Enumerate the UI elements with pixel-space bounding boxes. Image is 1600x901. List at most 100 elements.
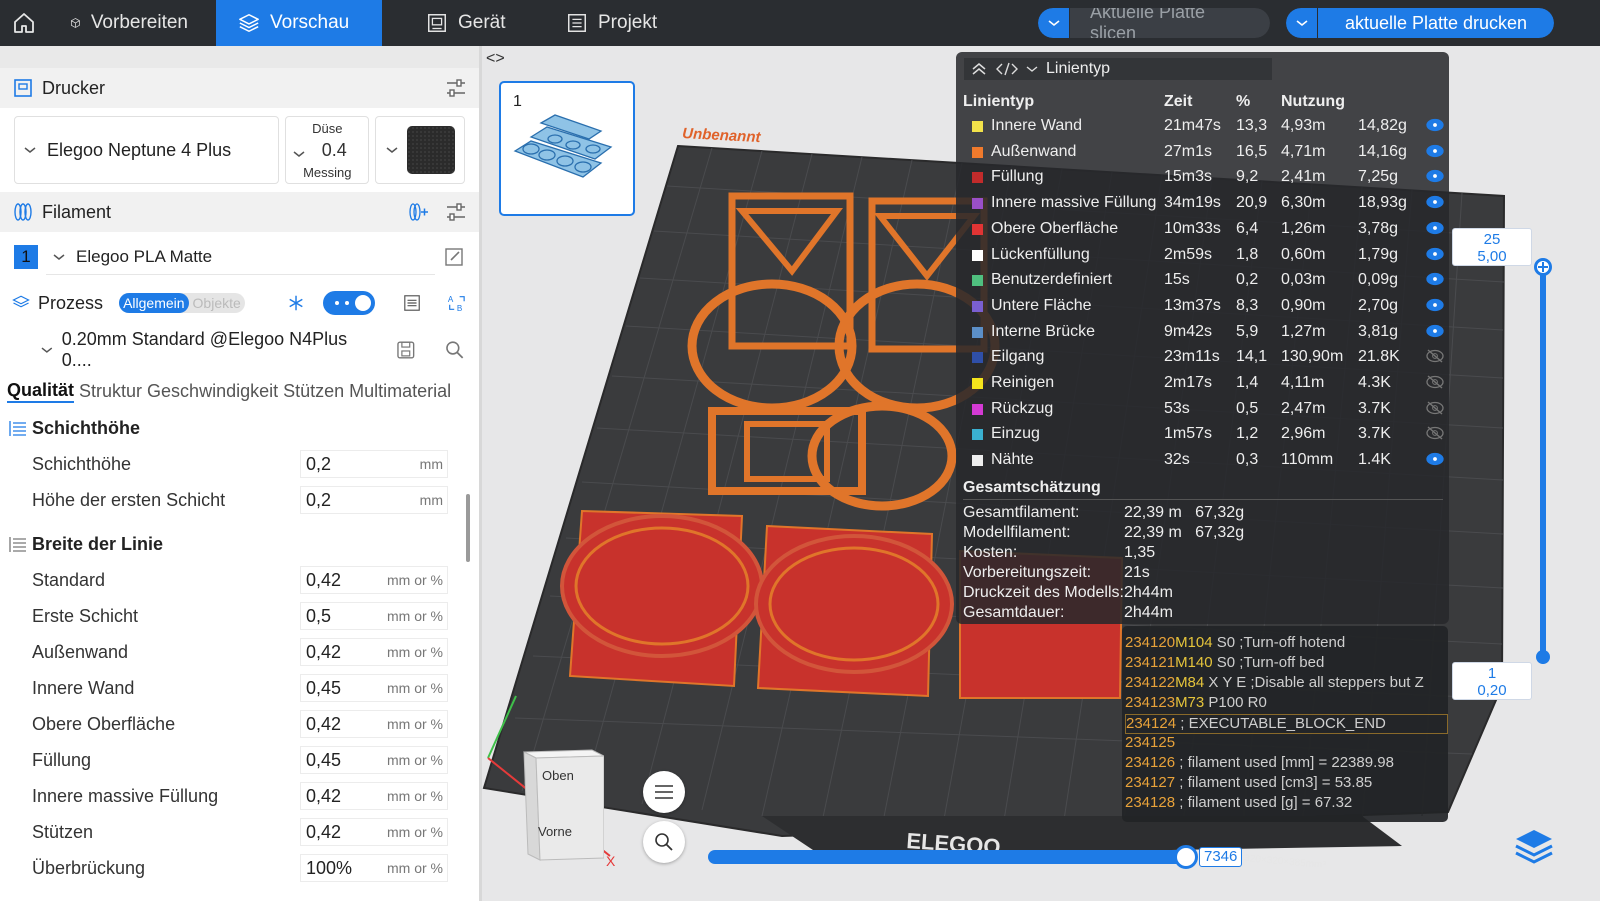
legend-row[interactable]: Lückenfüllung 2m59s 1,8 0,60m 1,79g [956, 243, 1449, 268]
menu-button[interactable] [643, 771, 685, 813]
setting-input[interactable]: 0,42 mm or % [300, 638, 448, 666]
plate-thumbnail[interactable]: 1 [499, 81, 635, 216]
tab-speed[interactable]: Geschwindigkeit [147, 381, 278, 402]
chevron-down-icon[interactable] [1026, 64, 1038, 74]
layer-slider-bottom-handle[interactable] [1536, 650, 1550, 664]
eye-icon[interactable] [1426, 195, 1444, 209]
collapse-icon[interactable] [970, 62, 988, 76]
move-slider-handle[interactable] [1174, 845, 1198, 869]
add-filament-icon[interactable] [407, 201, 429, 223]
gcode-line[interactable]: 234121M140 S0 ;Turn-off bed [1125, 654, 1448, 674]
legend-view-select[interactable]: Linientyp [1046, 60, 1110, 78]
gcode-line[interactable]: 234124 ; EXECUTABLE_BLOCK_END [1125, 714, 1448, 734]
tab-device[interactable]: Gerät [382, 0, 544, 46]
tab-quality[interactable]: Qualität [7, 380, 75, 403]
legend-row[interactable]: Außenwand 27m1s 16,5 4,71m 14,16g [956, 140, 1449, 165]
legend-row[interactable]: Interne Brücke 9m42s 5,9 1,27m 3,81g [956, 320, 1449, 345]
snowflake-icon[interactable] [287, 293, 305, 313]
gcode-viewer[interactable]: 234120M104 S0 ;Turn-off hotend 234121M140… [1122, 626, 1448, 822]
legend-row[interactable]: Füllung 15m3s 9,2 2,41m 7,25g [956, 165, 1449, 190]
compare-icon[interactable]: AB [447, 292, 467, 314]
setting-input[interactable]: 0,2 mm [300, 450, 448, 478]
save-icon[interactable] [396, 340, 416, 360]
legend-row[interactable]: Reinigen 2m17s 1,4 4,11m 4.3K [956, 371, 1449, 396]
filament-slot-number[interactable]: 1 [14, 245, 38, 269]
eye-icon[interactable] [1426, 144, 1444, 158]
layer-top-number: 25 [1483, 231, 1501, 248]
tab-support[interactable]: Stützen [283, 381, 344, 402]
move-slider-track[interactable] [708, 850, 1188, 864]
printer-select[interactable]: Elegoo Neptune 4 Plus [14, 116, 280, 184]
setting-input[interactable]: 0,45 mm or % [300, 674, 448, 702]
eye-icon[interactable] [1426, 247, 1444, 261]
gcode-line[interactable]: 234126 ; filament used [mm] = 22389.98 [1125, 754, 1448, 774]
filament-select[interactable]: Elegoo PLA Matte [46, 239, 435, 275]
settings-sliders-icon[interactable] [445, 77, 467, 99]
gcode-line[interactable]: 234122M84 X Y E ;Disable all steppers bu… [1125, 674, 1448, 694]
line-type-length: 4,71m [1281, 142, 1326, 160]
tab-project[interactable]: Projekt [544, 0, 704, 46]
process-preset-select[interactable]: 0.20mm Standard @Elegoo N4Plus 0.... [0, 324, 479, 376]
eye-icon[interactable] [1426, 298, 1444, 312]
eye-icon[interactable] [1426, 324, 1444, 338]
gcode-line[interactable]: 234128 ; filament used [g] = 67.32 [1125, 794, 1448, 814]
line-type-name: Füllung [991, 168, 1044, 186]
eye-off-icon[interactable] [1426, 349, 1444, 363]
settings-sliders-icon[interactable] [445, 201, 467, 223]
setting-input[interactable]: 0,42 mm or % [300, 818, 448, 846]
legend-row[interactable]: Nähte 32s 0,3 110mm 1.4K [956, 448, 1449, 473]
gcode-line[interactable]: 234123M73 P100 R0 [1125, 694, 1448, 714]
code-icon[interactable] [996, 62, 1018, 76]
eye-icon[interactable] [1426, 272, 1444, 286]
legend-row[interactable]: Einzug 1m57s 1,2 2,96m 3.7K [956, 422, 1449, 447]
eye-icon[interactable] [1426, 221, 1444, 235]
setting-input[interactable]: 0,42 mm or % [300, 710, 448, 738]
scope-objects[interactable]: Objekte [189, 293, 245, 313]
print-dropdown[interactable] [1286, 8, 1318, 38]
home-button[interactable] [0, 0, 48, 46]
setting-input[interactable]: 100% mm or % [300, 854, 448, 882]
legend-row[interactable]: Eilgang 23m11s 14,1 130,90m 21.8K [956, 345, 1449, 370]
eye-off-icon[interactable] [1426, 426, 1444, 440]
tab-preview[interactable]: Vorschau [216, 0, 382, 46]
setting-input[interactable]: 0,2 mm [300, 486, 448, 514]
tab-strength[interactable]: Struktur [79, 381, 142, 402]
eye-off-icon[interactable] [1426, 375, 1444, 389]
tab-prepare[interactable]: Vorbereiten [48, 0, 216, 46]
gcode-line[interactable]: 234127 ; filament used [cm3] = 53.85 [1125, 774, 1448, 794]
view-cube[interactable]: Oben Vorne [518, 746, 604, 864]
search-icon[interactable] [445, 340, 465, 360]
slice-dropdown[interactable] [1038, 8, 1070, 38]
process-scope-switch[interactable]: Allgemein Objekte [119, 293, 245, 313]
eye-icon[interactable] [1426, 452, 1444, 466]
legend-row[interactable]: Untere Fläche 13m37s 8,3 0,90m 2,70g [956, 294, 1449, 319]
eye-off-icon[interactable] [1426, 401, 1444, 415]
gcode-line[interactable]: 234125 [1125, 734, 1448, 754]
edit-icon[interactable] [443, 246, 465, 268]
print-button[interactable]: aktuelle Platte drucken [1286, 8, 1554, 38]
legend-row[interactable]: Benutzerdefiniert 15s 0,2 0,03m 0,09g [956, 268, 1449, 293]
gcode-line[interactable]: 234120M104 S0 ;Turn-off hotend [1125, 634, 1448, 654]
layer-slider-track[interactable] [1540, 266, 1546, 664]
tab-multimaterial[interactable]: Multimaterial [349, 381, 451, 402]
scope-global[interactable]: Allgemein [119, 293, 189, 313]
advanced-toggle[interactable] [322, 291, 376, 315]
eye-icon[interactable] [1426, 169, 1444, 183]
list-icon[interactable] [403, 293, 421, 313]
preview-viewport[interactable]: <> Unbenannt X ELEGOO 320×320×385mm³ 1 L… [482, 46, 1600, 901]
setting-input[interactable]: 0,42 mm or % [300, 782, 448, 810]
zoom-button[interactable] [643, 821, 685, 863]
setting-input[interactable]: 0,42 mm or % [300, 566, 448, 594]
eye-icon[interactable] [1426, 118, 1444, 132]
legend-row[interactable]: Rückzug 53s 0,5 2,47m 3.7K [956, 397, 1449, 422]
nozzle-select[interactable]: Düse 0.4 Messing [285, 116, 370, 184]
legend-row[interactable]: Innere Wand 21m47s 13,3 4,93m 14,82g [956, 114, 1449, 139]
settings-scrollbar[interactable] [466, 494, 470, 562]
legend-row[interactable]: Innere massive Füllung 34m19s 20,9 6,30m 18,… [956, 191, 1449, 216]
slice-button[interactable]: Aktuelle Platte slicen [1038, 8, 1270, 38]
setting-input[interactable]: 0,45 mm or % [300, 746, 448, 774]
plate-type-select[interactable] [375, 116, 466, 184]
setting-input[interactable]: 0,5 mm or % [300, 602, 448, 630]
layer-stack-icon[interactable] [1512, 824, 1556, 868]
legend-row[interactable]: Obere Oberfläche 10m33s 6,4 1,26m 3,78g [956, 217, 1449, 242]
